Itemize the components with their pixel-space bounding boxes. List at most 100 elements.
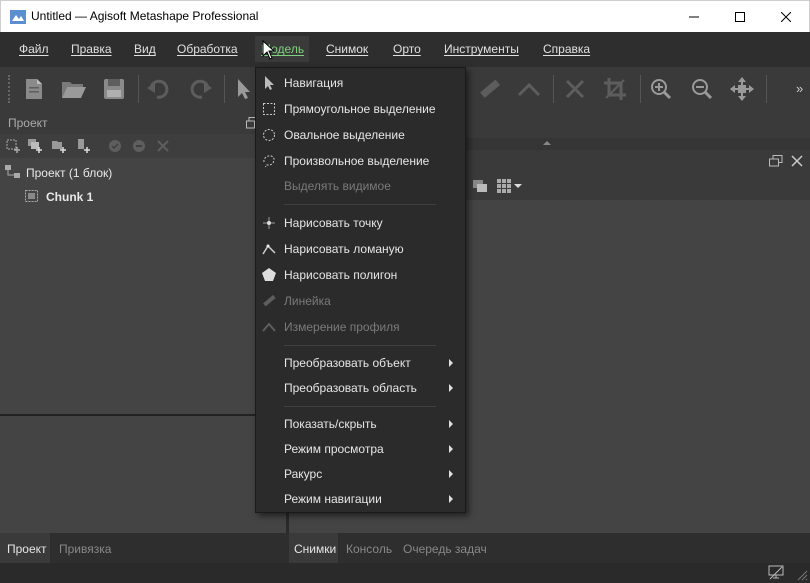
reset-view-button[interactable] [728,75,756,103]
menu-item-label: Выделять видимое [284,179,391,193]
free-select-icon [263,155,275,168]
menu-item-rect-select[interactable]: Прямоугольное выделение [256,97,465,121]
menu-item-navigation[interactable]: Навигация [256,71,465,95]
redo-button[interactable] [186,75,214,103]
reset-view-icon [730,77,754,101]
minimize-icon [689,16,699,17]
close-button[interactable] [763,1,809,32]
menu-item-free-select[interactable]: Произвольное выделение [256,149,465,173]
add-markers-icon[interactable] [76,139,90,153]
delete-icon [565,79,585,99]
app-logo-icon [10,10,26,24]
enable-icon[interactable] [108,139,122,153]
menu-item-label: Нарисовать точку [284,216,383,230]
menu-item-profile: Измерение профиля [256,315,465,339]
menu-bar: Файл Правка Вид Обработка Модель Снимок … [0,32,810,67]
menu-item-label: Линейка [284,294,331,308]
menu-item-transform-object[interactable]: Преобразовать объект [256,351,465,375]
menu-workflow[interactable]: Обработка [177,42,238,56]
zoom-out-icon [692,79,713,100]
toolbar-separator [224,75,225,103]
disable-icon[interactable] [132,139,146,153]
add-chunk-icon[interactable] [6,139,20,153]
menu-item-oval-select[interactable]: Овальное выделение [256,123,465,147]
menu-item-label: Показать/скрыть [284,417,377,431]
window-title: Untitled — Agisoft Metashape Professiona… [31,9,259,23]
project-root-item[interactable]: Проект (1 блок) [26,166,112,180]
grid-view-icon[interactable] [497,179,523,193]
add-photos-icon[interactable] [28,139,42,153]
profile-icon [517,82,541,97]
collapse-up-icon [543,141,551,145]
menu-item-label: Произвольное выделение [284,154,430,168]
project-panel-header: Проект [0,112,286,134]
menu-photo[interactable]: Снимок [326,42,368,56]
tab-photos[interactable]: Снимки [294,542,336,556]
maximize-button[interactable] [717,1,763,32]
menu-edit[interactable]: Правка [71,42,112,56]
menu-file[interactable]: Файл [19,42,49,56]
undo-icon [147,79,169,99]
delete-button[interactable] [561,75,589,103]
photos-stack-icon[interactable] [473,180,487,192]
float-panel-icon[interactable] [769,155,783,167]
network-status-icon[interactable] [768,565,784,581]
menu-item-transform-region[interactable]: Преобразовать область [256,376,465,400]
resize-grip-icon[interactable] [797,570,808,581]
crop-button[interactable] [601,75,629,103]
menu-item-draw-point[interactable]: Нарисовать точку [256,211,465,235]
toolbar-grip[interactable] [8,75,11,103]
tab-jobs[interactable]: Очередь задач [403,542,487,556]
remove-icon[interactable] [156,139,170,153]
menu-item-show-hide[interactable]: Показать/скрыть [256,412,465,436]
menu-item-label: Режим навигации [284,492,382,506]
menu-item-view-mode[interactable]: Режим просмотра [256,437,465,461]
close-icon [781,11,791,22]
zoom-in-button[interactable] [647,75,675,103]
chunk-icon [25,190,38,202]
menu-separator [284,204,436,205]
profile-tool-button[interactable] [515,75,543,103]
undo-button[interactable] [145,75,173,103]
toolbar-overflow[interactable]: » [796,81,803,96]
menu-item-label: Нарисовать полигон [284,268,398,282]
menu-view[interactable]: Вид [134,42,156,56]
tab-project[interactable]: Проект [7,542,47,556]
menu-item-label: Преобразовать объект [284,356,411,370]
close-panel-icon[interactable] [791,155,803,167]
menu-ortho[interactable]: Орто [393,42,421,56]
mouse-cursor-icon [262,40,274,60]
toolbar-separator [138,75,139,103]
select-tool-button[interactable] [230,75,258,103]
minimize-button[interactable] [671,1,717,32]
save-button[interactable] [100,75,128,103]
new-button[interactable] [20,75,48,103]
project-toolbar [0,134,286,158]
menu-item-draw-polyline[interactable]: Нарисовать ломаную [256,237,465,261]
oval-select-icon [263,129,275,141]
menu-item-label: Ракурс [284,467,323,481]
draw-polygon-icon [262,268,276,281]
draw-point-icon [263,217,275,229]
menu-item-navigation-mode[interactable]: Режим навигации [256,487,465,511]
add-folder-icon[interactable] [52,139,66,153]
menu-item-label: Преобразовать область [284,381,417,395]
new-icon [26,79,42,99]
tab-reference[interactable]: Привязка [59,542,111,556]
ruler-tool-button[interactable] [475,75,503,103]
menu-separator [284,406,436,407]
zoom-out-button[interactable] [688,75,716,103]
menu-item-label: Овальное выделение [284,128,405,142]
menu-item-ruler: Линейка [256,289,465,313]
open-button[interactable] [60,75,88,103]
submenu-arrow-icon [449,384,453,392]
menu-help[interactable]: Справка [543,42,590,56]
menu-item-predefined-views[interactable]: Ракурс [256,462,465,486]
menu-tools[interactable]: Инструменты [444,42,519,56]
chunk-item[interactable]: Chunk 1 [46,190,93,204]
save-icon [104,79,124,99]
submenu-arrow-icon [449,420,453,428]
tab-console[interactable]: Консоль [346,542,392,556]
menu-item-draw-polygon[interactable]: Нарисовать полигон [256,263,465,287]
menu-item-label: Измерение профиля [284,320,400,334]
